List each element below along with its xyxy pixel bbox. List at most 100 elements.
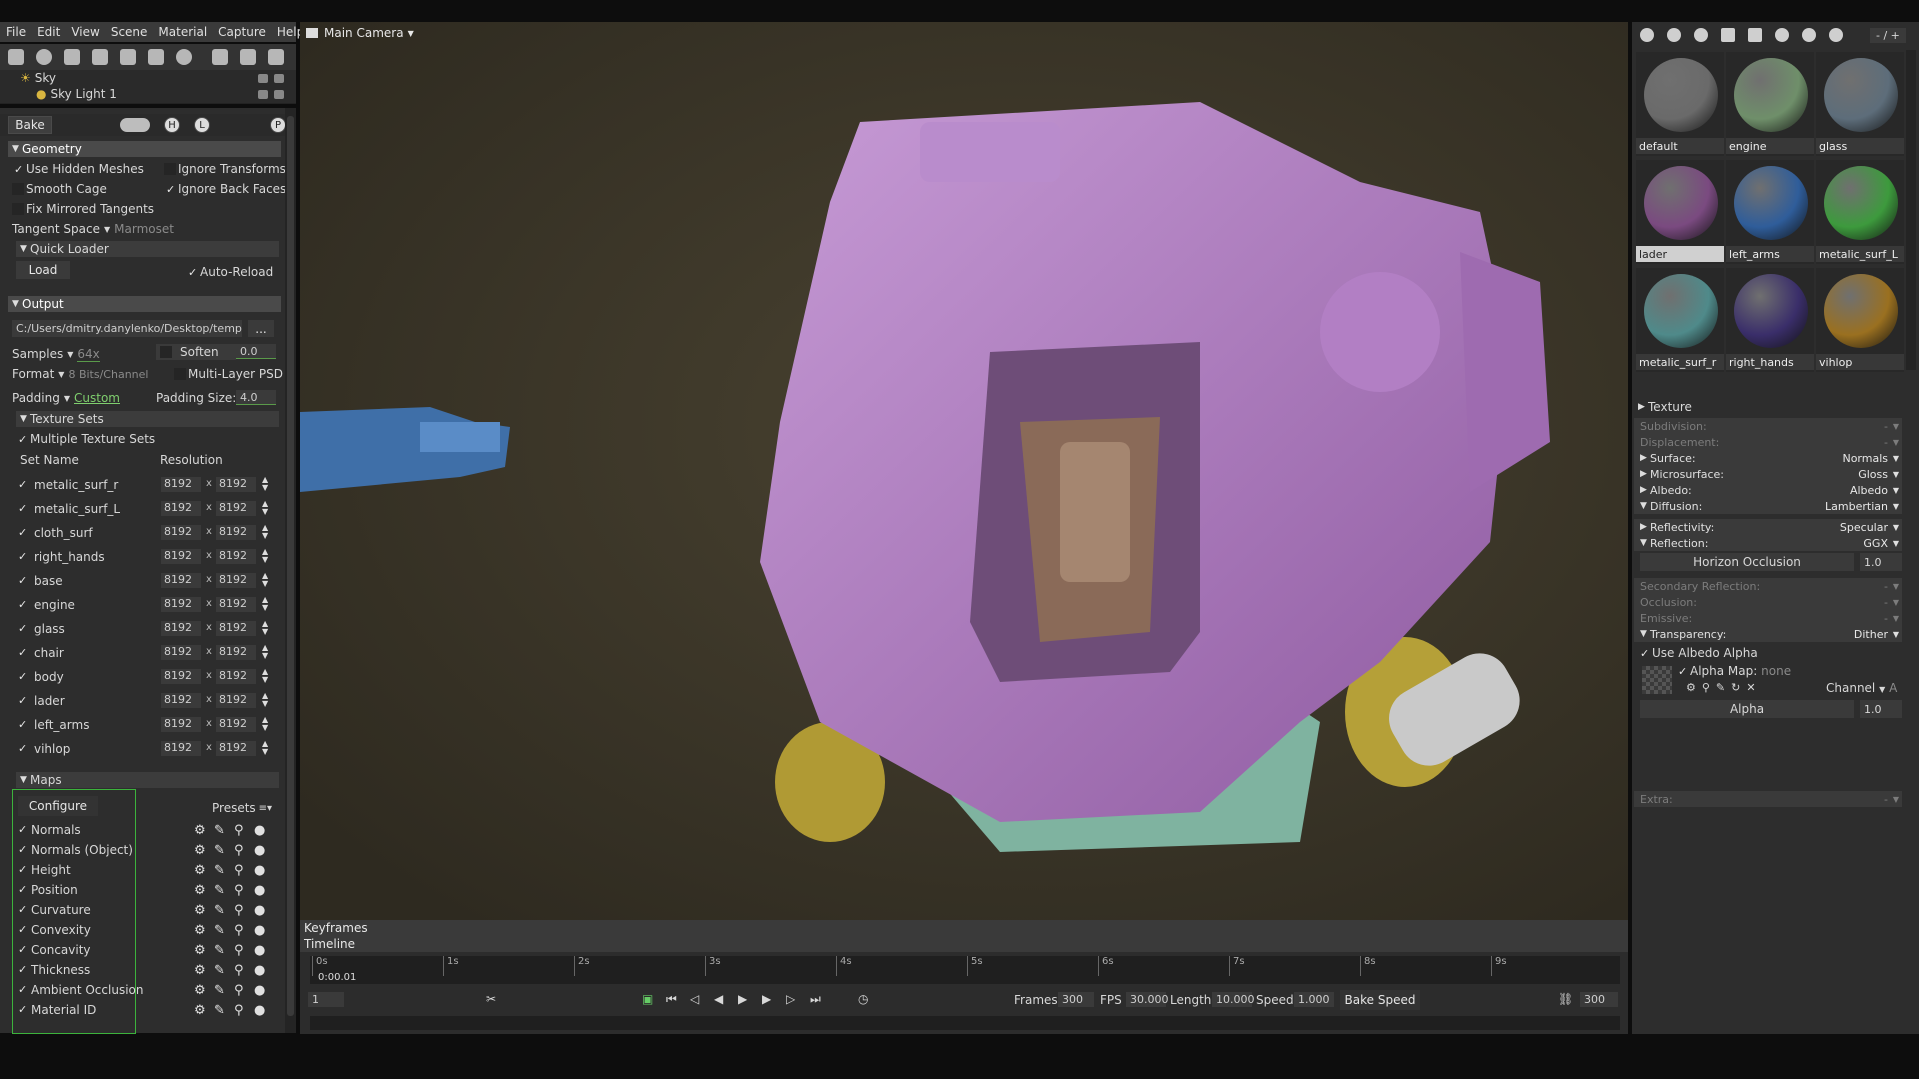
visibility-icon[interactable]: ●: [254, 943, 265, 958]
texture-set-row[interactable]: ✓ chair 8192 x 8192 ▲ ▼: [18, 644, 278, 661]
time-ruler[interactable]: 0s 1s 2s 3s 4s 5s 6s 7s 8s 9s 0:00.01: [310, 956, 1620, 984]
microsurface-property[interactable]: ▶ Microsurface: Gloss ▼: [1634, 466, 1902, 482]
ignore-transforms-checkbox[interactable]: Ignore Transforms: [164, 161, 286, 177]
resolution-stepper-icon[interactable]: ▲ ▼: [262, 524, 268, 540]
menu-edit[interactable]: Edit: [37, 25, 60, 39]
gear-icon[interactable]: ⚙: [194, 923, 206, 938]
eye-icon[interactable]: [274, 73, 284, 83]
texture-set-checkbox[interactable]: ✓: [18, 622, 30, 635]
menu-file[interactable]: File: [6, 25, 26, 39]
search-icon[interactable]: ⚲: [234, 963, 244, 978]
speedometer-icon[interactable]: ◷: [858, 992, 868, 1006]
resolution-width-field[interactable]: 8192: [161, 741, 201, 756]
material-swatch[interactable]: metalic_surf_r: [1636, 268, 1724, 372]
map-checkbox[interactable]: ✓: [18, 943, 30, 956]
resolution-stepper-icon[interactable]: ▲ ▼: [262, 716, 268, 732]
texture-set-row[interactable]: ✓ right_hands 8192 x 8192 ▲ ▼: [18, 548, 278, 565]
configure-button[interactable]: Configure: [18, 796, 98, 816]
visibility-icon[interactable]: ●: [254, 883, 265, 898]
alpha-map-slot[interactable]: ✓ Alpha Map: none ⚙⚲✎↻✕ Channel ▼ A: [1640, 664, 1906, 696]
gear-icon[interactable]: ⚙: [194, 963, 206, 978]
displacement-property[interactable]: Displacement: - ▼: [1634, 434, 1902, 450]
load-button[interactable]: Load: [16, 261, 70, 279]
map-row[interactable]: ✓ Normals (Object) ⚙ ✎ ⚲ ●: [18, 841, 278, 859]
resolution-height-field[interactable]: 8192: [216, 525, 256, 540]
resolution-width-field[interactable]: 8192: [161, 717, 201, 732]
secondary-reflection-property[interactable]: Secondary Reflection: - ▼: [1634, 578, 1902, 594]
texture-set-row[interactable]: ✓ cloth_surf 8192 x 8192 ▲ ▼: [18, 524, 278, 541]
bake-options-icon[interactable]: [120, 118, 150, 132]
gear-icon[interactable]: ⚙: [194, 883, 206, 898]
next-key-icon[interactable]: ▷: [786, 992, 795, 1006]
search-icon[interactable]: ⚲: [234, 903, 244, 918]
material-swatch[interactable]: right_hands: [1726, 268, 1814, 372]
prev-frame-icon[interactable]: ◀: [714, 992, 723, 1006]
search-icon[interactable]: ⚲: [234, 923, 244, 938]
texture-set-row[interactable]: ✓ metalic_surf_L 8192 x 8192 ▲ ▼: [18, 500, 278, 517]
prev-key-icon[interactable]: ◁: [690, 992, 699, 1006]
eye-icon[interactable]: [274, 89, 284, 99]
pencil-icon[interactable]: ✎: [214, 983, 225, 998]
visibility-icon[interactable]: ●: [254, 923, 265, 938]
search-icon[interactable]: ⚲: [234, 863, 244, 878]
bird-icon[interactable]: [92, 49, 108, 65]
gear-icon[interactable]: ⚙: [194, 1003, 206, 1018]
subdivision-property[interactable]: Subdivision: - ▼: [1634, 418, 1902, 434]
resolution-height-field[interactable]: 8192: [216, 477, 256, 492]
diffusion-property[interactable]: ▼ Diffusion: Lambertian ▼: [1634, 498, 1902, 514]
soften-value-field[interactable]: 0.0: [236, 344, 276, 359]
resolution-width-field[interactable]: 8192: [161, 525, 201, 540]
duplicate-material-icon[interactable]: [1667, 28, 1681, 42]
tree-item-sky[interactable]: ☀ Sky: [0, 70, 296, 86]
gear-icon[interactable]: ⚙: [194, 983, 206, 998]
pencil-icon[interactable]: ✎: [214, 903, 225, 918]
pencil-icon[interactable]: ✎: [214, 863, 225, 878]
low-poly-button[interactable]: L: [194, 117, 210, 133]
resolution-stepper-icon[interactable]: ▲ ▼: [262, 476, 268, 492]
resolution-width-field[interactable]: 8192: [161, 621, 201, 636]
format-dropdown[interactable]: Format ▼ 8 Bits/Channel: [12, 366, 148, 382]
pencil-icon[interactable]: ✎: [214, 1003, 225, 1018]
keyframes-strip[interactable]: Keyframes: [300, 920, 1628, 936]
visibility-icon[interactable]: ●: [254, 863, 265, 878]
fix-mirrored-tangents-checkbox[interactable]: Fix Mirrored Tangents: [12, 201, 154, 217]
material-swatch[interactable]: lader: [1636, 160, 1724, 264]
resolution-stepper-icon[interactable]: ▲ ▼: [262, 668, 268, 684]
mesh-icon[interactable]: [148, 49, 164, 65]
visibility-icon[interactable]: ●: [254, 843, 265, 858]
speed-field[interactable]: 1.000: [1294, 992, 1334, 1007]
end-frame-field[interactable]: 300: [1580, 992, 1618, 1007]
samples-dropdown[interactable]: Samples ▼ 64x: [12, 346, 100, 362]
use-hidden-meshes-checkbox[interactable]: ✓ Use Hidden Meshes: [14, 161, 144, 177]
lock-icon[interactable]: [258, 73, 268, 83]
resolution-height-field[interactable]: 8192: [216, 501, 256, 516]
pencil-icon[interactable]: ✎: [214, 843, 225, 858]
folder-icon[interactable]: [1721, 28, 1735, 42]
trash-icon[interactable]: [268, 49, 284, 65]
gear-icon[interactable]: ⚙: [194, 823, 206, 838]
resolution-width-field[interactable]: 8192: [161, 501, 201, 516]
texture-set-checkbox[interactable]: ✓: [18, 526, 30, 539]
resolution-width-field[interactable]: 8192: [161, 549, 201, 564]
3d-viewport[interactable]: [300, 22, 1628, 920]
gear-icon[interactable]: ⚙: [194, 903, 206, 918]
add-object-icon[interactable]: [8, 49, 24, 65]
occlusion-property[interactable]: Occlusion: - ▼: [1634, 594, 1902, 610]
bake-button[interactable]: Bake: [8, 116, 52, 134]
light-bulb-icon[interactable]: [36, 49, 52, 65]
search-icon[interactable]: ⚲: [234, 883, 244, 898]
maps-header[interactable]: ▼ Maps: [16, 772, 279, 788]
scissors-icon[interactable]: ✂: [486, 992, 496, 1006]
visibility-icon[interactable]: ●: [254, 1003, 265, 1018]
texture-set-checkbox[interactable]: ✓: [18, 694, 30, 707]
resolution-width-field[interactable]: 8192: [161, 477, 201, 492]
tangent-space-dropdown[interactable]: Tangent Space ▼ Marmoset: [12, 221, 174, 237]
map-checkbox[interactable]: ✓: [18, 903, 30, 916]
resolution-stepper-icon[interactable]: ▲ ▼: [262, 644, 268, 660]
resolution-stepper-icon[interactable]: ▲ ▼: [262, 620, 268, 636]
extra-property[interactable]: Extra: - ▼: [1634, 791, 1902, 807]
material-swatch[interactable]: vihlop: [1816, 268, 1904, 372]
last-frame-icon[interactable]: ⏭: [810, 992, 821, 1007]
texture-set-checkbox[interactable]: ✓: [18, 598, 30, 611]
texture-set-checkbox[interactable]: ✓: [18, 550, 30, 563]
